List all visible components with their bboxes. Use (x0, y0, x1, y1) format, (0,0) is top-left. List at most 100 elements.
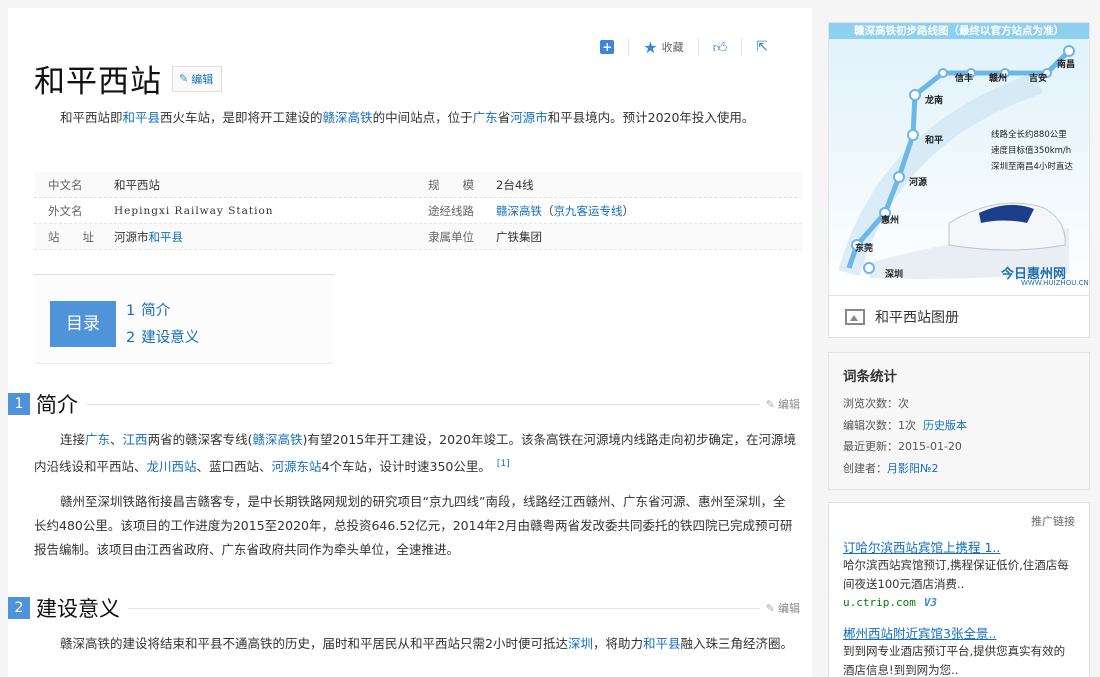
toc-item-text: 简介 (141, 303, 171, 319)
para-text: 赣深高铁的建设将结束和平县不通高铁的历史，届时和平居民从和平西站只需2小时便可抵… (60, 636, 568, 651)
toc-item-num: 2 (126, 330, 136, 346)
intro-paragraph-2: 赣州至深圳铁路衔接昌吉赣客专，是中长期铁路网规划的研究项目“京九四线”南段，线路… (34, 494, 793, 557)
reference-1[interactable]: [1] (497, 459, 510, 469)
section-number: 2 (8, 597, 30, 619)
divider (128, 607, 760, 609)
infobox: 中文名 和平西站 规 模 2台4线 外文名 Hepingxi Railway S… (34, 172, 802, 250)
add-button[interactable]: + (586, 38, 630, 56)
address-city: 河源市 (114, 230, 149, 244)
section-header-significance: 2 建设意义 ✎ 编辑 (8, 594, 812, 622)
infobox-value: 河源市和平县 (114, 224, 416, 249)
paren: ） (622, 204, 635, 218)
promo-title-link[interactable]: 订哈尔滨西站宾馆上携程 1.. (843, 537, 1075, 556)
link-ganshen-hsr[interactable]: 赣深高铁 (323, 110, 373, 125)
summary-text: 省 (497, 110, 511, 125)
link-ganshen-hsr[interactable]: 赣深高铁 (496, 204, 542, 218)
stats-updated: 最近更新：2015-01-20 (843, 440, 962, 453)
station-label: 深圳 (885, 270, 904, 280)
infobox-key: 外文名 (48, 204, 83, 218)
link-longchuan-west[interactable]: 龙川西站 (147, 459, 197, 474)
station-label: 龙南 (925, 96, 944, 106)
infobox-row: 外文名 Hepingxi Railway Station 途经线路 赣深高铁（京… (34, 198, 802, 224)
station-label: 赣州 (989, 74, 1008, 84)
sidebar: 赣深高铁初步路线图（最终以官方站点为准） 南昌 信丰 赣州 吉安 龙南 和平 河… (828, 22, 1090, 677)
infobox-key: 途经线路 (428, 204, 474, 218)
link-guangdong[interactable]: 广东 (473, 110, 498, 125)
table-of-contents: 目录 1 简介 2 建设意义 (34, 274, 334, 364)
station-label: 和平 (925, 136, 944, 146)
para-text: 4个车站，设计时速350公里。 (321, 459, 491, 475)
route-map-image[interactable]: 赣深高铁初步路线图（最终以官方站点为准） 南昌 信丰 赣州 吉安 龙南 和平 河… (829, 23, 1089, 295)
infobox-key: 站 址 (48, 230, 94, 244)
stats-creator: 创建者：月影阳№2 (843, 458, 1075, 480)
link-heyuan-east[interactable]: 河源东站 (272, 459, 322, 474)
map-note: 深圳至南昌4小时直达 (991, 162, 1073, 172)
para-text: ，将助力 (592, 636, 643, 651)
infobox-key: 规 模 (428, 178, 474, 192)
creator-link[interactable]: 月影阳№2 (887, 462, 938, 475)
image-icon (845, 308, 865, 325)
section-edit-button[interactable]: ✎ 编辑 (760, 396, 812, 412)
promo-header: 推广链接 (1031, 515, 1075, 528)
like-button[interactable]: 👍︎ (699, 38, 743, 56)
link-hepingxian[interactable]: 和平县 (149, 230, 184, 244)
infobox-key: 中文名 (48, 178, 83, 192)
pencil-icon: ✎ (765, 397, 775, 411)
station-label: 东莞 (855, 244, 874, 254)
edit-button[interactable]: ✎ 编辑 (172, 65, 223, 92)
promo-url[interactable]: u.ctrip.com V3 (843, 596, 1075, 609)
link-hepingxian[interactable]: 和平县 (123, 110, 161, 125)
history-version-link[interactable]: 历史版本 (923, 419, 967, 432)
para-text: 、蓝口西站、 (196, 459, 272, 475)
intro-paragraph-1: 连接广东、江西两省的赣深客专线(赣深高铁)有望2015年开工建设，2020年竣工… (34, 428, 796, 479)
summary-text: 和平西站即 (60, 110, 123, 125)
share-button[interactable]: ⇱ (742, 38, 782, 56)
pencil-icon: ✎ (765, 601, 775, 615)
para-text: 、 (110, 432, 123, 447)
section-number: 1 (8, 393, 30, 415)
link-heyuan[interactable]: 河源市 (510, 110, 548, 125)
paren: （ (542, 204, 554, 218)
main-content: + ★ 收藏 👍︎ ⇱ 和平西站 ✎ 编辑 和平西站即和平县西火车站，是即将开工建设… (8, 8, 812, 677)
link-guangdong[interactable]: 广东 (85, 432, 110, 447)
link-jingjiu-pdl[interactable]: 京九客运专线 (554, 204, 623, 218)
album-card[interactable]: 赣深高铁初步路线图（最终以官方站点为准） 南昌 信丰 赣州 吉安 龙南 和平 河… (828, 22, 1090, 338)
infobox-key: 隶属单位 (428, 230, 474, 244)
infobox-row: 站 址 河源市和平县 隶属单位 广铁集团 (34, 224, 802, 250)
infobox-value: Hepingxi Railway Station (114, 205, 274, 217)
station-label: 河源 (909, 178, 928, 188)
promo-url-text: u.ctrip.com (843, 596, 916, 609)
stats-title: 词条统计 (843, 369, 897, 385)
toc-item-significance[interactable]: 2 建设意义 (126, 326, 199, 347)
link-ganshen-hsr[interactable]: 赣深高铁 (252, 432, 302, 447)
plus-square-icon: + (600, 40, 615, 54)
infobox-value: 广铁集团 (496, 230, 542, 244)
link-jiangxi[interactable]: 江西 (123, 432, 148, 447)
station-label: 南昌 (1057, 60, 1076, 70)
stats-edits: 编辑次数：1次 历史版本 (843, 415, 1075, 437)
section-edit-label: 编辑 (778, 602, 800, 615)
link-hepingxian[interactable]: 和平县 (643, 636, 681, 651)
section-title: 建设意义 (36, 597, 120, 621)
map-note: 线路全长约880公里 (991, 130, 1067, 140)
promo-title-link[interactable]: 郴州西站附近宾馆3张全景.. (843, 623, 1075, 642)
station-label: 吉安 (1029, 74, 1048, 84)
entry-toolbar: + ★ 收藏 👍︎ ⇱ (586, 36, 782, 58)
section-title: 简介 (36, 393, 78, 417)
section-edit-button[interactable]: ✎ 编辑 (760, 600, 812, 616)
infobox-value: 和平西站 (114, 178, 160, 192)
stats-views: 浏览次数：次 (843, 397, 909, 410)
collect-button[interactable]: ★ 收藏 (629, 38, 699, 57)
page-title: 和平西站 (34, 64, 162, 100)
edit-label: 编辑 (191, 72, 214, 86)
summary-text: 的中间站点，位于 (372, 110, 473, 125)
station-label: 信丰 (955, 74, 974, 84)
map-notes: 线路全长约880公里 速度目标值350km/h 深圳至南昌4小时直达 (991, 127, 1073, 175)
link-shenzhen[interactable]: 深圳 (568, 636, 593, 651)
album-link[interactable]: 和平西站图册 (829, 295, 1089, 337)
infobox-value: 2台4线 (496, 178, 534, 192)
stats-creator-label: 创建者： (843, 461, 887, 475)
title-row: 和平西站 ✎ 编辑 (34, 56, 223, 101)
toc-item-intro[interactable]: 1 简介 (126, 299, 170, 320)
para-text: 两省的赣深客专线( (147, 432, 253, 447)
